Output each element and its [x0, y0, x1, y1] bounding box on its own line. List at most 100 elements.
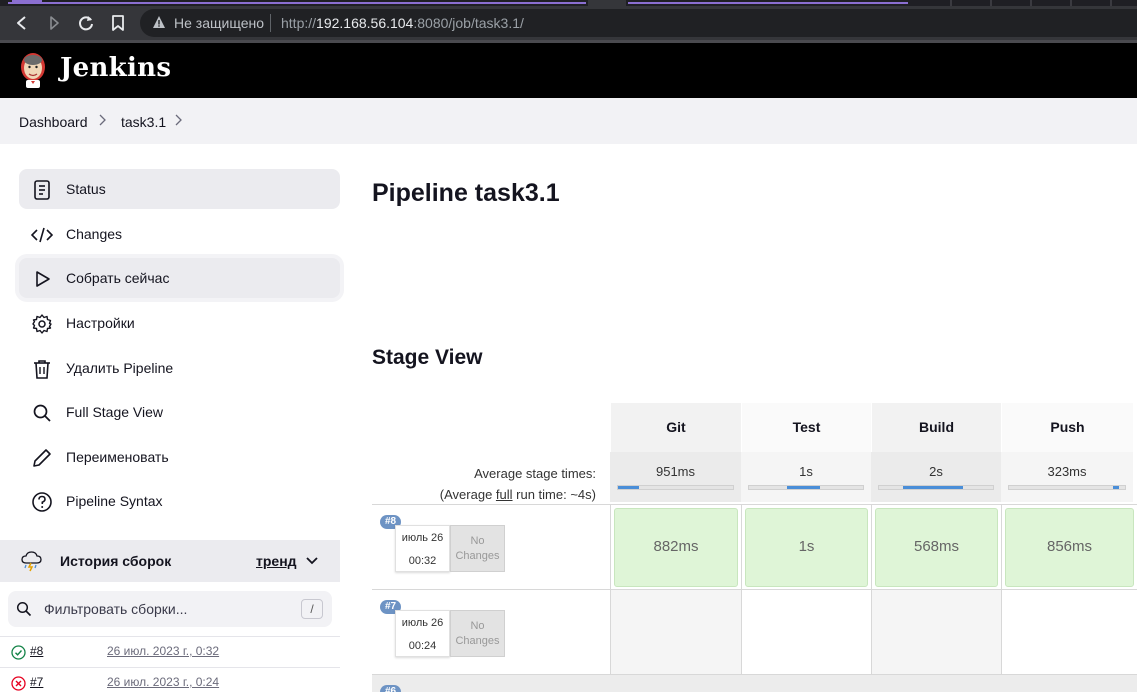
stage-average-fill [786, 486, 820, 489]
security-status[interactable]: Не защищено [174, 15, 264, 31]
stage-cell: 856ms [1001, 505, 1137, 590]
trash-icon [34, 360, 50, 379]
jenkins-header: Jenkins [0, 43, 1137, 98]
page-title: Pipeline task3.1 [372, 179, 560, 207]
pencil-icon [33, 449, 51, 467]
stage-cell-empty [610, 590, 741, 675]
code-icon [31, 227, 53, 243]
sidebar-item-full-stage-view[interactable]: Full Stage View [19, 392, 340, 432]
keyboard-shortcut-hint: / [301, 599, 323, 619]
stage-view-run-row: #8 июль 26 00:32 No Changes 882ms 1s 568… [372, 504, 1137, 590]
chevron-right-icon [98, 112, 108, 131]
breadcrumb-dashboard[interactable]: Dashboard [19, 114, 88, 130]
browser-tab[interactable] [8, 0, 586, 4]
stage-average-value: 323ms [1047, 464, 1087, 479]
sidebar-item-label: Удалить Pipeline [66, 360, 174, 376]
stage-average-fill [1113, 486, 1120, 489]
play-icon [36, 271, 50, 287]
stage-average-git: 951ms [610, 452, 741, 502]
breadcrumb-task[interactable]: task3.1 [121, 114, 166, 130]
build-filter-input[interactable] [44, 599, 294, 619]
back-arrow-icon[interactable] [11, 12, 33, 34]
search-icon [33, 404, 51, 422]
build-number-link[interactable]: #8 [30, 644, 43, 658]
average-times-label: Average stage times: (Average full run t… [372, 463, 596, 505]
sidebar-item-configure[interactable]: Настройки [19, 303, 340, 343]
sidebar-item-label: Собрать сейчас [66, 270, 170, 286]
sidebar-item-label: Status [66, 181, 106, 197]
stage-average-value: 2s [929, 464, 943, 479]
run-info: #7 июль 26 00:24 No Changes [372, 590, 610, 675]
stage-header-push: Push [1001, 403, 1133, 452]
sidebar-item-rename[interactable]: Переименовать [19, 437, 340, 477]
average-full-prefix: (Average [439, 487, 496, 502]
sidebar-item-build-now[interactable]: Собрать сейчас [19, 258, 340, 298]
full-link[interactable]: full [496, 487, 513, 502]
sidebar-item-pipeline-syntax[interactable]: Pipeline Syntax [19, 481, 340, 521]
app-title[interactable]: Jenkins [60, 53, 171, 83]
stage-average-build: 2s [871, 452, 1001, 502]
build-number-link[interactable]: #7 [30, 675, 43, 689]
url-scheme: http:// [281, 15, 317, 31]
stage-cell-success[interactable]: 568ms [875, 508, 998, 587]
stage-cell-success[interactable]: 1s [745, 508, 868, 587]
build-history-row[interactable]: #8 26 июл. 2023 г., 0:32 [0, 636, 340, 667]
bookmark-icon[interactable] [107, 12, 129, 34]
build-date-link[interactable]: 26 июл. 2023 г., 0:32 [107, 644, 219, 658]
average-stage-times-label: Average stage times: [474, 466, 596, 481]
forward-arrow-icon[interactable] [43, 12, 65, 34]
build-date-link[interactable]: 26 июл. 2023 г., 0:24 [107, 675, 219, 689]
sidebar-item-status[interactable]: Status [19, 169, 340, 209]
address-bar[interactable]: Не защищено http://192.168.56.104:8080/j… [140, 9, 1137, 37]
warning-icon[interactable] [152, 15, 166, 29]
build-history-header: История сборок тренд [0, 540, 340, 582]
stage-header-build: Build [871, 403, 1001, 452]
sidebar-item-changes[interactable]: Changes [19, 214, 340, 254]
run-date: июль 26 [401, 532, 444, 544]
run-changes[interactable]: No Changes [450, 610, 505, 657]
stage-average-test: 1s [741, 452, 871, 502]
sidebar-item-label: Pipeline Syntax [66, 493, 163, 509]
url-path: :8080/job/task3.1/ [413, 15, 524, 31]
stage-average-bar [748, 485, 864, 490]
stage-cell-empty [1001, 590, 1137, 675]
run-changes[interactable]: No Changes [450, 525, 505, 572]
jenkins-logo-icon[interactable] [18, 51, 48, 89]
stage-cell: 1s [741, 505, 871, 590]
browser-toolbar: Не защищено http://192.168.56.104:8080/j… [0, 6, 1137, 40]
sidebar-item-label: Настройки [66, 315, 135, 331]
sidebar-item-label: Переименовать [66, 449, 169, 465]
stage-cell-success[interactable]: 882ms [614, 508, 738, 587]
run-time: 00:24 [408, 640, 437, 652]
run-date-box: июль 26 00:32 [395, 525, 450, 572]
sidebar-item-delete[interactable]: Удалить Pipeline [19, 348, 340, 388]
reload-icon[interactable] [75, 12, 97, 34]
browser-tab[interactable] [628, 0, 908, 4]
stage-view-run-row: #7 июль 26 00:24 No Changes [372, 589, 1137, 675]
sidebar-item-label: Changes [66, 226, 123, 242]
stage-average-bar [1008, 485, 1126, 490]
stage-cell: 568ms [871, 505, 1001, 590]
chevron-down-icon[interactable] [305, 554, 319, 568]
run-date-box: июль 26 00:24 [395, 610, 450, 657]
omnibox-divider [270, 14, 271, 32]
stage-average-push: 323ms [1001, 452, 1133, 502]
gear-icon [32, 314, 52, 334]
trend-link[interactable]: тренд [256, 553, 297, 569]
stage-average-value: 1s [799, 464, 813, 479]
stage-average-bar [878, 485, 994, 490]
stage-cell-success[interactable]: 856ms [1005, 508, 1134, 587]
stage-average-value: 951ms [655, 464, 696, 479]
stage-header-git: Git [610, 403, 741, 452]
chevron-right-icon[interactable] [174, 112, 184, 131]
run-number-badge[interactable]: #6 [380, 685, 402, 692]
stage-view-run-row: #6 [372, 674, 1137, 692]
run-time: 00:32 [408, 555, 437, 567]
url-text[interactable]: http://192.168.56.104:8080/job/task3.1/ [281, 15, 524, 31]
build-filter: / [8, 591, 332, 627]
average-full-run-label: (Average full run time: ~4s) [372, 484, 596, 505]
run-info: #8 июль 26 00:32 No Changes [372, 505, 610, 590]
build-history-row[interactable]: #7 26 июл. 2023 г., 0:24 [0, 667, 340, 692]
sidebar-item-label: Full Stage View [66, 404, 164, 420]
success-check-icon [11, 645, 26, 660]
